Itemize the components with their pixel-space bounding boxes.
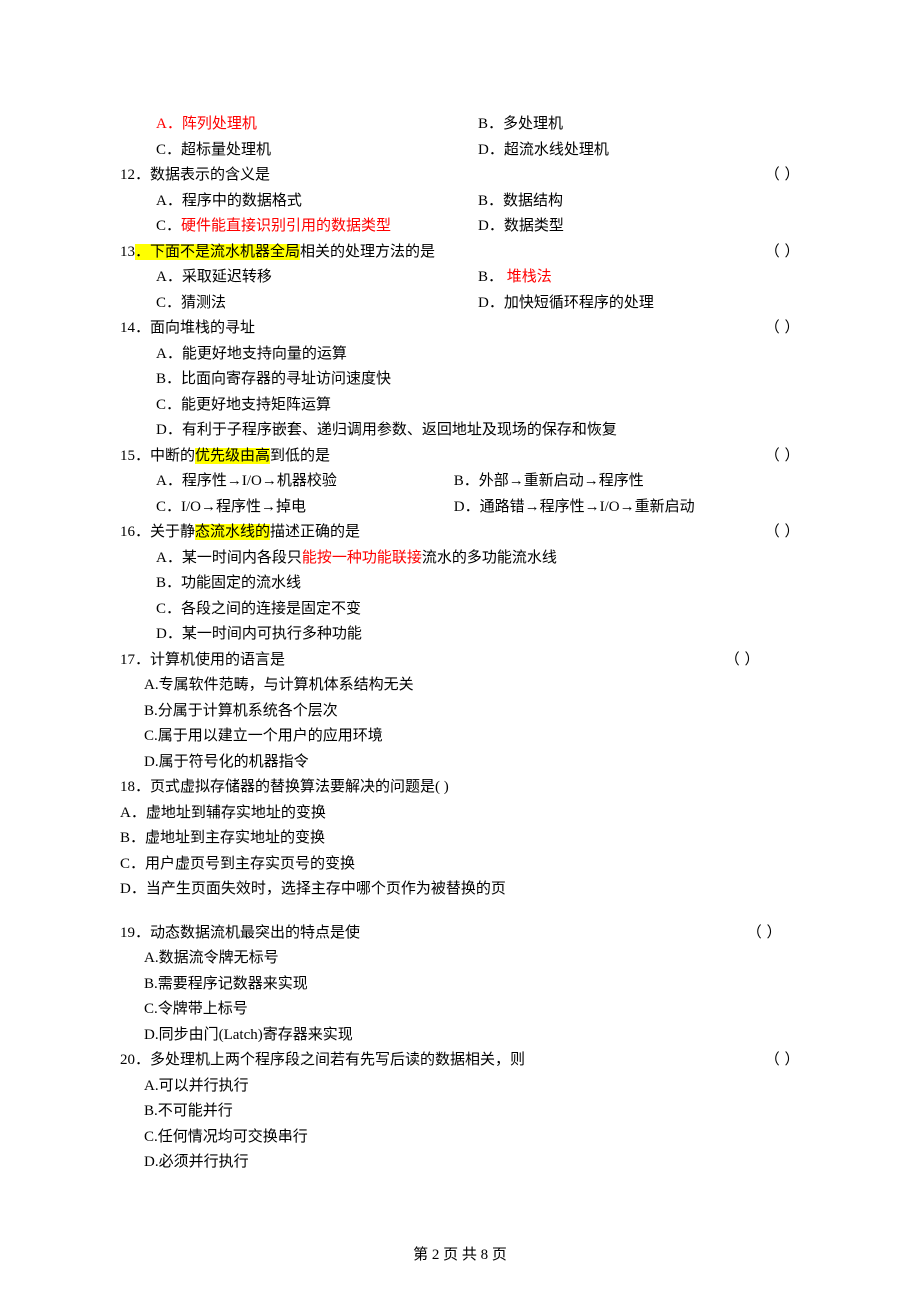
stem-text: 15．中断的优先级由高到低的是 <box>120 444 330 470</box>
answer-blank: （ ） <box>765 444 800 470</box>
answer-blank: （ ） <box>765 316 800 342</box>
q13-options: A．采取延迟转移 B． 堆栈法 C．猜测法 D．加快短循环程序的处理 <box>120 265 800 316</box>
q17-stem: 17．计算机使用的语言是 （ ） <box>120 648 800 674</box>
option-b: B.分属于计算机系统各个层次 <box>144 699 800 725</box>
answer-blank: （ ） <box>765 240 800 266</box>
option-b: B．比面向寄存器的寻址访问速度快 <box>156 367 800 393</box>
option-a: A．阵列处理机 <box>156 112 478 138</box>
option-text: 硬件能直接识别引用的数据类型 <box>181 218 391 234</box>
option-c: C．硬件能直接识别引用的数据类型 <box>156 214 478 240</box>
option-a: A．程序中的数据格式 <box>156 189 478 215</box>
option-text: A．阵列处理机 <box>156 116 257 132</box>
q20-stem: 20．多处理机上两个程序段之间若有先写后读的数据相关，则 （ ） <box>120 1048 800 1074</box>
option-c: C．能更好地支持矩阵运算 <box>156 393 800 419</box>
q19-stem: 19．动态数据流机最突出的特点是使 （ ） <box>120 921 800 947</box>
option-prefix: A．某一时间内各段只 <box>156 550 302 566</box>
option-label: C． <box>156 218 181 234</box>
q14-options: A．能更好地支持向量的运算 B．比面向寄存器的寻址访问速度快 C．能更好地支持矩… <box>120 342 800 444</box>
answer-blank: （ ） <box>765 1048 800 1074</box>
page-footer: 第 2 页 共 8 页 <box>0 1243 920 1269</box>
option-b: B.需要程序记数器来实现 <box>144 972 800 998</box>
option-suffix: 流水的多功能流水线 <box>422 550 557 566</box>
option-a: A.专属软件范畴，与计算机体系结构无关 <box>144 673 800 699</box>
option-b: B．功能固定的流水线 <box>156 571 800 597</box>
q14-stem: 14．面向堆栈的寻址 （ ） <box>120 316 800 342</box>
q12-stem: 12．数据表示的含义是 （ ） <box>120 163 800 189</box>
option-d: D．有利于子程序嵌套、递归调用参数、返回地址及现场的保存和恢复 <box>156 418 800 444</box>
option-d: D．某一时间内可执行多种功能 <box>156 622 800 648</box>
option-c: C．用户虚页号到主存实页号的变换 <box>120 852 800 878</box>
option-d: D．通路错→程序性→I/O→重新启动 <box>454 495 808 521</box>
spacer <box>120 903 800 921</box>
stem-text: 12．数据表示的含义是 <box>120 163 270 189</box>
stem-text: 14．面向堆栈的寻址 <box>120 316 255 342</box>
option-d: D．当产生页面失效时，选择主存中哪个页作为被替换的页 <box>120 877 800 903</box>
option-d: D.属于符号化的机器指令 <box>144 750 800 776</box>
option-a: A．某一时间内各段只能按一种功能联接流水的多功能流水线 <box>156 546 800 572</box>
option-b: B．虚地址到主存实地址的变换 <box>120 826 800 852</box>
stem-suffix: 到低的是 <box>270 448 330 464</box>
q12-options: A．程序中的数据格式 B．数据结构 C．硬件能直接识别引用的数据类型 D．数据类… <box>120 189 800 240</box>
option-d: D.同步由门(Latch)寄存器来实现 <box>144 1023 800 1049</box>
stem-text: 19．动态数据流机最突出的特点是使 <box>120 921 360 947</box>
answer-blank: （ ） <box>765 520 800 546</box>
option-b: B． 堆栈法 <box>478 265 800 291</box>
option-b: B．外部→重新启动→程序性 <box>454 469 808 495</box>
q16-options: A．某一时间内各段只能按一种功能联接流水的多功能流水线 B．功能固定的流水线 C… <box>120 546 800 648</box>
answer-blank: （ ） <box>765 163 800 189</box>
q11-options: A．阵列处理机 B．多处理机 C．超标量处理机 D．超流水线处理机 <box>120 112 800 163</box>
q15-options: A．程序性→I/O→机器校验 B．外部→重新启动→程序性 C．I/O→程序性→掉… <box>120 469 800 520</box>
stem-suffix: 相关的处理方法的是 <box>300 244 435 260</box>
q19-options: A.数据流令牌无标号 B.需要程序记数器来实现 C.令牌带上标号 D.同步由门(… <box>120 946 800 1048</box>
option-c: C．猜测法 <box>156 291 478 317</box>
option-label: B． <box>478 269 507 285</box>
stem-suffix: 描述正确的是 <box>270 524 360 540</box>
option-b: B.不可能并行 <box>144 1099 800 1125</box>
stem-text: 16．关于静态流水线的描述正确的是 <box>120 520 360 546</box>
option-a: A．虚地址到辅存实地址的变换 <box>120 801 800 827</box>
option-c: C.属于用以建立一个用户的应用环境 <box>144 724 800 750</box>
option-a: A.数据流令牌无标号 <box>144 946 800 972</box>
q20-options: A.可以并行执行 B.不可能并行 C.任何情况均可交换串行 D.必须并行执行 <box>120 1074 800 1176</box>
q15-stem: 15．中断的优先级由高到低的是 （ ） <box>120 444 800 470</box>
answer-blank: （ ） <box>747 921 782 947</box>
q18-options: A．虚地址到辅存实地址的变换 B．虚地址到主存实地址的变换 C．用户虚页号到主存… <box>120 801 800 903</box>
q16-stem: 16．关于静态流水线的描述正确的是 （ ） <box>120 520 800 546</box>
option-b: B．数据结构 <box>478 189 800 215</box>
option-d: D．数据类型 <box>478 214 800 240</box>
stem-text: 20．多处理机上两个程序段之间若有先写后读的数据相关，则 <box>120 1048 525 1074</box>
stem-prefix: 16．关于静 <box>120 524 195 540</box>
option-d: D．超流水线处理机 <box>478 138 800 164</box>
q17-options: A.专属软件范畴，与计算机体系结构无关 B.分属于计算机系统各个层次 C.属于用… <box>120 673 800 775</box>
stem-text: 13．下面不是流水机器全局相关的处理方法的是 <box>120 240 435 266</box>
stem-prefix: 15．中断的 <box>120 448 195 464</box>
option-c: C．超标量处理机 <box>156 138 478 164</box>
option-a: A．采取延迟转移 <box>156 265 478 291</box>
option-c: C.任何情况均可交换串行 <box>144 1125 800 1151</box>
option-b: B．多处理机 <box>478 112 800 138</box>
highlight-text: 态流水线的 <box>195 524 270 540</box>
page: A．阵列处理机 B．多处理机 C．超标量处理机 D．超流水线处理机 12．数据表… <box>0 0 920 1302</box>
option-highlight: 能按一种功能联接 <box>302 550 422 566</box>
option-a: A.可以并行执行 <box>144 1074 800 1100</box>
highlight-text: 优先级由高 <box>195 448 270 464</box>
option-d: D.必须并行执行 <box>144 1150 800 1176</box>
option-c: C．各段之间的连接是固定不变 <box>156 597 800 623</box>
q13-stem: 13．下面不是流水机器全局相关的处理方法的是 （ ） <box>120 240 800 266</box>
q18-stem: 18．页式虚拟存储器的替换算法要解决的问题是( ) <box>120 775 800 801</box>
stem-text: 17．计算机使用的语言是 <box>120 648 285 674</box>
option-d: D．加快短循环程序的处理 <box>478 291 800 317</box>
option-text: 堆栈法 <box>507 269 552 285</box>
answer-blank: （ ） <box>725 648 760 674</box>
question-number: 13 <box>120 244 135 260</box>
option-a: A．程序性→I/O→机器校验 <box>156 469 454 495</box>
option-c: C.令牌带上标号 <box>144 997 800 1023</box>
option-a: A．能更好地支持向量的运算 <box>156 342 800 368</box>
highlight-text: ．下面不是流水机器全局 <box>135 244 300 260</box>
option-c: C．I/O→程序性→掉电 <box>156 495 454 521</box>
